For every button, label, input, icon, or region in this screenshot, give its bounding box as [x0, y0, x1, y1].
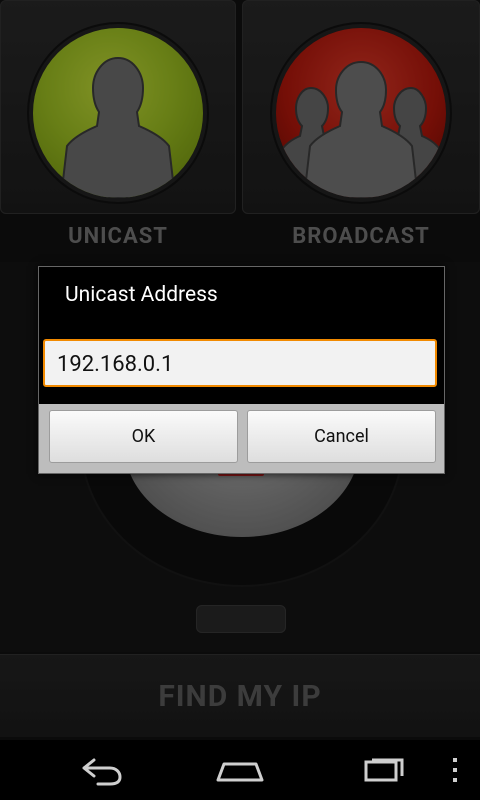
dialog-button-bar: OK Cancel: [39, 404, 444, 473]
dialog-title: Unicast Address: [65, 283, 218, 307]
recent-apps-icon[interactable]: [356, 754, 408, 790]
ok-button[interactable]: OK: [49, 410, 238, 463]
back-icon[interactable]: [78, 754, 124, 790]
system-nav-bar: [0, 740, 480, 800]
unicast-address-input[interactable]: 192.168.0.1: [43, 339, 437, 387]
home-icon[interactable]: [214, 754, 266, 790]
unicast-address-dialog: Unicast Address 192.168.0.1 OK Cancel: [38, 266, 445, 474]
cancel-button[interactable]: Cancel: [247, 410, 436, 463]
overflow-menu-icon[interactable]: [448, 756, 462, 792]
